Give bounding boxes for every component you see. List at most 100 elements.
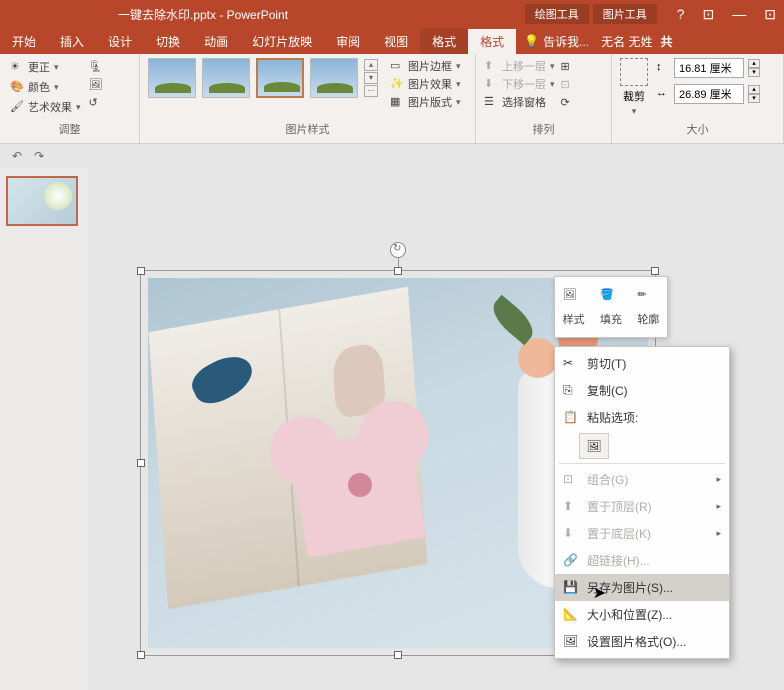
tab-format-drawing[interactable]: 格式 [420, 29, 468, 54]
resize-handle[interactable] [394, 651, 402, 659]
border-icon: ▭ [390, 59, 404, 73]
tab-transition[interactable]: 切换 [144, 29, 192, 54]
gallery-more[interactable]: ⋯ [364, 85, 378, 97]
style-thumb[interactable] [202, 58, 250, 98]
resize-handle[interactable] [137, 459, 145, 467]
ctx-group: ⊡组合(G)▸ [555, 466, 729, 493]
group-styles: 图片样式 [148, 121, 467, 139]
ctx-paste-label: 📋粘贴选项: [555, 404, 729, 431]
height-icon: ↕ [656, 61, 670, 75]
sun-icon: ☀ [10, 60, 24, 74]
tab-animation[interactable]: 动画 [192, 29, 240, 54]
quick-access: ↶ ↷ [0, 144, 784, 168]
reset-pic-icon[interactable]: ↺ [89, 96, 103, 110]
context-tab-drawing[interactable]: 绘图工具 [525, 4, 589, 24]
ctx-hyperlink: 🔗超链接(H)... [555, 547, 729, 574]
share-button[interactable]: 共 [660, 33, 672, 50]
tab-view[interactable]: 视图 [372, 29, 420, 54]
slide-thumbnail-1[interactable] [6, 176, 78, 226]
resize-handle[interactable] [137, 267, 145, 275]
resize-handle[interactable] [137, 651, 145, 659]
bring-forward-icon: ⬆ [484, 59, 498, 73]
ctx-save-as-picture[interactable]: 💾另存为图片(S)... [555, 574, 729, 601]
send-backward-icon: ⬇ [484, 77, 498, 91]
crop-button[interactable]: 裁剪 ▾ [620, 58, 648, 117]
palette-icon: 🎨 [10, 80, 24, 94]
selection-pane-button[interactable]: ☰选择窗格 [484, 94, 555, 110]
help-icon[interactable]: ? [677, 6, 685, 23]
picture-border-button[interactable]: ▭图片边框▾ [390, 58, 461, 74]
picture-layout-button[interactable]: ▦图片版式▾ [390, 94, 461, 110]
color-button[interactable]: 🎨 颜色▾ [8, 78, 83, 96]
tab-review[interactable]: 审阅 [324, 29, 372, 54]
redo-button[interactable]: ↷ [34, 149, 44, 163]
style-thumb[interactable] [148, 58, 196, 98]
ctx-copy[interactable]: ⎘复制(C) [555, 377, 729, 404]
minimize-icon[interactable]: — [732, 6, 746, 23]
group-icon[interactable]: ⊡ [561, 78, 575, 92]
mini-fill-button[interactable]: 🪣填充 [592, 277, 629, 337]
picture-styles-gallery[interactable]: ▴ ▾ ⋯ [148, 58, 378, 98]
context-tab-picture[interactable]: 图片工具 [593, 4, 657, 24]
undo-button[interactable]: ↶ [12, 149, 22, 163]
bring-front-icon: ⬆ [563, 499, 579, 515]
rotate-handle[interactable] [390, 242, 406, 258]
ribbon-options-icon[interactable]: ⊡ [703, 6, 715, 23]
mini-toolbar: 🖼样式 🪣填充 ✏轮廓 [554, 276, 668, 338]
tab-format-picture[interactable]: 格式 [468, 29, 516, 54]
height-up[interactable]: ▴ [748, 59, 760, 68]
picture-effects-button[interactable]: ✨图片效果▾ [390, 76, 461, 92]
layout-icon: ▦ [390, 95, 404, 109]
tell-me[interactable]: 💡 告诉我... [524, 33, 589, 50]
resize-handle[interactable] [651, 267, 659, 275]
corrections-button[interactable]: ☀ 更正▾ [8, 58, 83, 76]
restore-icon[interactable]: ⊡ [764, 6, 776, 23]
artistic-button[interactable]: 🖌 艺术效果▾ [8, 98, 83, 116]
paste-option-picture[interactable]: 🖼 [579, 433, 609, 459]
slide-panel[interactable] [0, 168, 88, 690]
tab-design[interactable]: 设计 [96, 29, 144, 54]
brush-icon: 🖌 [10, 100, 24, 114]
mini-outline-button[interactable]: ✏轮廓 [630, 277, 667, 337]
title-bar: 一键去除水印.pptx - PowerPoint 绘图工具 图片工具 ? ⊡ —… [0, 0, 784, 28]
mini-style-button[interactable]: 🖼样式 [555, 277, 592, 337]
slide-canvas[interactable]: 🖼样式 🪣填充 ✏轮廓 ✂剪切(T) ⎘复制(C) 📋粘贴选项: 🖼 ⊡组合(G… [88, 168, 784, 690]
effects-icon: ✨ [390, 77, 404, 91]
gallery-down[interactable]: ▾ [364, 72, 378, 84]
size-icon: 📐 [563, 607, 579, 623]
crop-icon [620, 58, 648, 86]
ribbon: ☀ 更正▾ 🎨 颜色▾ 🖌 艺术效果▾ 🗜 🖼 ↺ 调整 [0, 54, 784, 144]
ctx-format-picture[interactable]: 🖼设置图片格式(O)... [555, 628, 729, 655]
group-adjust: 调整 [8, 121, 131, 139]
rotate-icon[interactable]: ⟳ [561, 96, 575, 110]
style-thumb[interactable] [256, 58, 304, 98]
bring-forward-button[interactable]: ⬆上移一层▾ [484, 58, 555, 74]
outline-icon: ✏ [637, 288, 659, 308]
format-icon: 🖼 [563, 634, 579, 650]
style-thumb[interactable] [310, 58, 358, 98]
height-input[interactable] [674, 58, 744, 78]
send-backward-button[interactable]: ⬇下移一层▾ [484, 76, 555, 92]
compress-icon[interactable]: 🗜 [89, 60, 103, 74]
width-down[interactable]: ▾ [748, 94, 760, 103]
change-pic-icon[interactable]: 🖼 [89, 78, 103, 92]
gallery-up[interactable]: ▴ [364, 59, 378, 71]
ctx-cut[interactable]: ✂剪切(T) [555, 350, 729, 377]
tab-start[interactable]: 开始 [0, 29, 48, 54]
ctx-size-position[interactable]: 📐大小和位置(Z)... [555, 601, 729, 628]
tab-insert[interactable]: 插入 [48, 29, 96, 54]
fill-icon: 🪣 [600, 288, 622, 308]
align-icon[interactable]: ⊞ [561, 60, 575, 74]
width-input[interactable] [674, 84, 744, 104]
tab-slideshow[interactable]: 幻灯片放映 [240, 29, 324, 54]
height-down[interactable]: ▾ [748, 68, 760, 77]
resize-handle[interactable] [394, 267, 402, 275]
width-up[interactable]: ▴ [748, 85, 760, 94]
window-title: 一键去除水印.pptx - PowerPoint [118, 6, 525, 23]
ribbon-tabs: 开始 插入 设计 切换 动画 幻灯片放映 审阅 视图 格式 格式 💡 告诉我..… [0, 28, 784, 54]
ctx-bring-front: ⬆置于顶层(R)▸ [555, 493, 729, 520]
style-icon: 🖼 [563, 288, 585, 308]
account-name[interactable]: 无名 无姓 [601, 33, 652, 50]
picture-icon: 🖼 [586, 439, 601, 453]
pane-icon: ☰ [484, 95, 498, 109]
